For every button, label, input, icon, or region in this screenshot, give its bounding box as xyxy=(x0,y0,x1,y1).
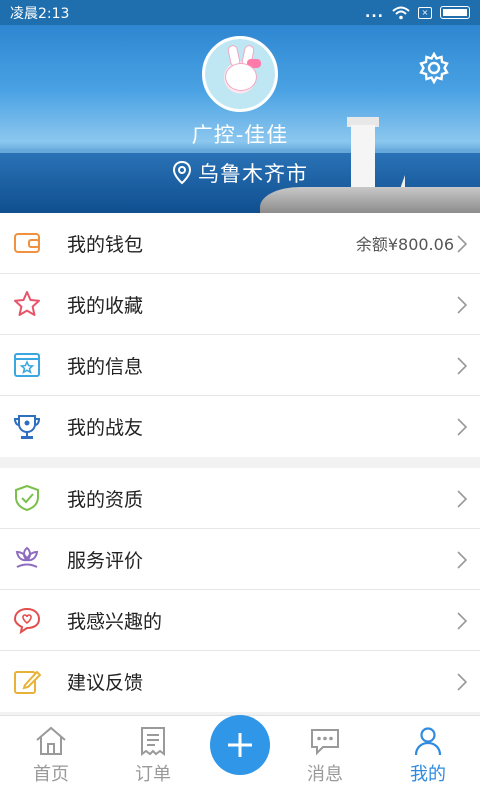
menu-label: 我感兴趣的 xyxy=(67,610,163,633)
flower-icon xyxy=(13,545,41,573)
star-icon xyxy=(13,290,41,318)
menu-label: 服务评价 xyxy=(67,549,144,572)
battery-icon xyxy=(440,6,470,19)
add-button[interactable] xyxy=(210,715,270,775)
app-screen: 凌晨2:13 ... × 广控-佳佳 乌鲁木齐市 我的钱包 余额¥800.06 … xyxy=(0,0,480,800)
menu-item-info[interactable]: 我的信息 xyxy=(0,335,480,396)
menu-item-interests[interactable]: 我感兴趣的 xyxy=(0,590,480,651)
bottom-nav: 首页 订单 消息 我的 xyxy=(0,715,480,800)
tab-orders-label: 订单 xyxy=(135,764,171,785)
menu-group-account: 我的钱包 余额¥800.06 我的收藏 我的信息 我的战友 xyxy=(0,213,480,457)
menu-item-wallet[interactable]: 我的钱包 余额¥800.06 xyxy=(0,213,480,274)
user-icon xyxy=(414,727,442,756)
location-pin-icon xyxy=(172,161,192,185)
menu-item-favorites[interactable]: 我的收藏 xyxy=(0,274,480,335)
pier-rocks xyxy=(260,187,480,213)
chevron-right-icon xyxy=(457,418,467,436)
tab-mine-label: 我的 xyxy=(410,764,446,785)
status-icons: ... × xyxy=(365,5,470,21)
location-city: 乌鲁木齐市 xyxy=(198,162,308,186)
edit-icon xyxy=(13,668,41,696)
settings-gear-icon[interactable] xyxy=(418,52,450,84)
tab-messages[interactable]: 消息 xyxy=(285,726,365,796)
menu-group-service: 我的资质 服务评价 我感兴趣的 建议反馈 xyxy=(0,468,480,712)
tab-messages-label: 消息 xyxy=(307,764,343,785)
chevron-right-icon xyxy=(457,357,467,375)
section-divider xyxy=(0,457,480,468)
trophy-icon xyxy=(13,413,41,441)
chevron-right-icon xyxy=(457,551,467,569)
chevron-right-icon xyxy=(457,235,467,253)
status-bar: 凌晨2:13 ... × xyxy=(0,0,480,25)
menu-item-service-review[interactable]: 服务评价 xyxy=(0,529,480,590)
status-time: 凌晨2:13 xyxy=(10,5,70,22)
tab-mine[interactable]: 我的 xyxy=(388,726,468,796)
menu-label: 我的资质 xyxy=(67,488,144,511)
sim-icon: × xyxy=(418,6,432,19)
menu-item-comrades[interactable]: 我的战友 xyxy=(0,396,480,457)
more-dots-icon: ... xyxy=(365,4,384,21)
menu-label: 我的信息 xyxy=(67,355,144,378)
plus-icon xyxy=(228,733,252,757)
home-icon xyxy=(36,726,66,755)
wallet-balance: 余额¥800.06 xyxy=(355,235,454,254)
wifi-icon xyxy=(392,6,410,19)
menu-label: 我的收藏 xyxy=(67,294,144,317)
profile-header: 广控-佳佳 乌鲁木齐市 xyxy=(0,25,480,213)
avatar[interactable] xyxy=(202,36,278,112)
menu-label: 建议反馈 xyxy=(67,672,144,694)
wallet-icon xyxy=(13,229,41,257)
user-location: 乌鲁木齐市 xyxy=(0,158,480,188)
heart-chat-icon xyxy=(13,606,41,634)
menu-label: 我的钱包 xyxy=(67,233,144,256)
chevron-right-icon xyxy=(457,612,467,630)
avatar-image xyxy=(205,39,275,109)
menu-label: 我的战友 xyxy=(67,417,144,439)
chevron-right-icon xyxy=(457,296,467,314)
menu-item-feedback[interactable]: 建议反馈 xyxy=(0,651,480,712)
chevron-right-icon xyxy=(457,673,467,691)
info-card-icon xyxy=(13,351,41,379)
tab-orders[interactable]: 订单 xyxy=(113,726,193,796)
chevron-right-icon xyxy=(457,490,467,508)
user-name: 广控-佳佳 xyxy=(191,123,289,147)
shield-check-icon xyxy=(13,484,41,512)
chat-bubble-icon xyxy=(311,729,339,756)
menu-item-qualification[interactable]: 我的资质 xyxy=(0,468,480,529)
tab-home[interactable]: 首页 xyxy=(11,726,91,796)
receipt-icon xyxy=(141,727,165,756)
tab-home-label: 首页 xyxy=(33,764,69,785)
